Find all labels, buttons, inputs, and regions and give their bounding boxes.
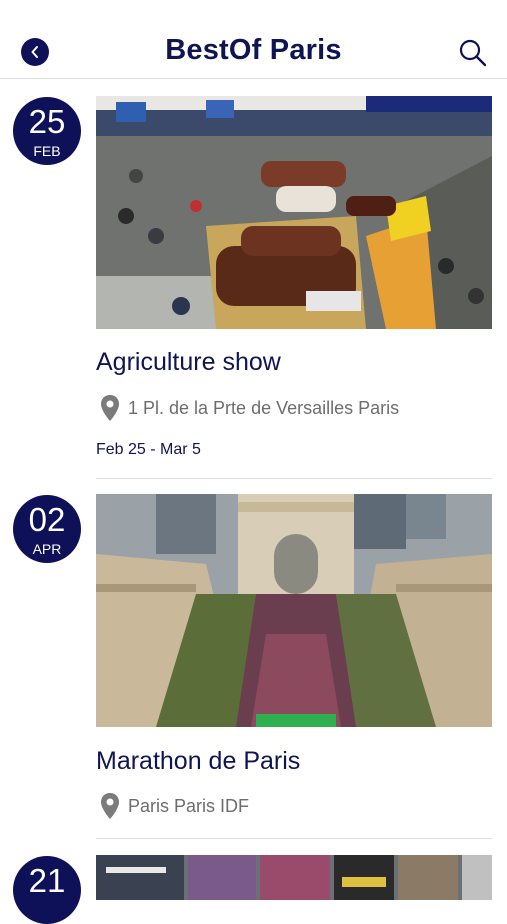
event-image[interactable] — [96, 855, 492, 900]
event-location-text: 1 Pl. de la Prte de Versailles Paris — [128, 397, 400, 418]
date-day: 25 — [28, 103, 66, 140]
date-day: 21 — [28, 862, 66, 899]
map-pin-icon — [101, 395, 119, 421]
search-icon — [459, 39, 487, 67]
map-pin-icon — [101, 793, 119, 819]
date-badge: 02 APR — [13, 495, 81, 563]
date-badge: 25 FEB — [13, 97, 81, 165]
date-month: FEB — [33, 143, 61, 159]
event-location-text: Paris Paris IDF — [128, 795, 250, 816]
event-image[interactable] — [96, 494, 492, 727]
date-month: APR — [32, 541, 62, 557]
divider — [96, 838, 492, 839]
date-badge: 21 — [13, 856, 81, 924]
divider — [96, 478, 492, 479]
event-title[interactable]: Marathon de Paris — [96, 747, 300, 776]
search-button[interactable] — [458, 38, 488, 68]
event-title[interactable]: Agriculture show — [96, 348, 281, 377]
app-header: BestOf Paris — [0, 0, 507, 79]
event-image[interactable] — [96, 96, 492, 329]
event-dates: Feb 25 - Mar 5 — [96, 441, 201, 458]
event-location: Paris Paris IDF — [100, 791, 249, 821]
page-title: BestOf Paris — [165, 34, 342, 66]
date-day: 02 — [28, 501, 66, 538]
event-location: 1 Pl. de la Prte de Versailles Paris — [100, 393, 399, 423]
